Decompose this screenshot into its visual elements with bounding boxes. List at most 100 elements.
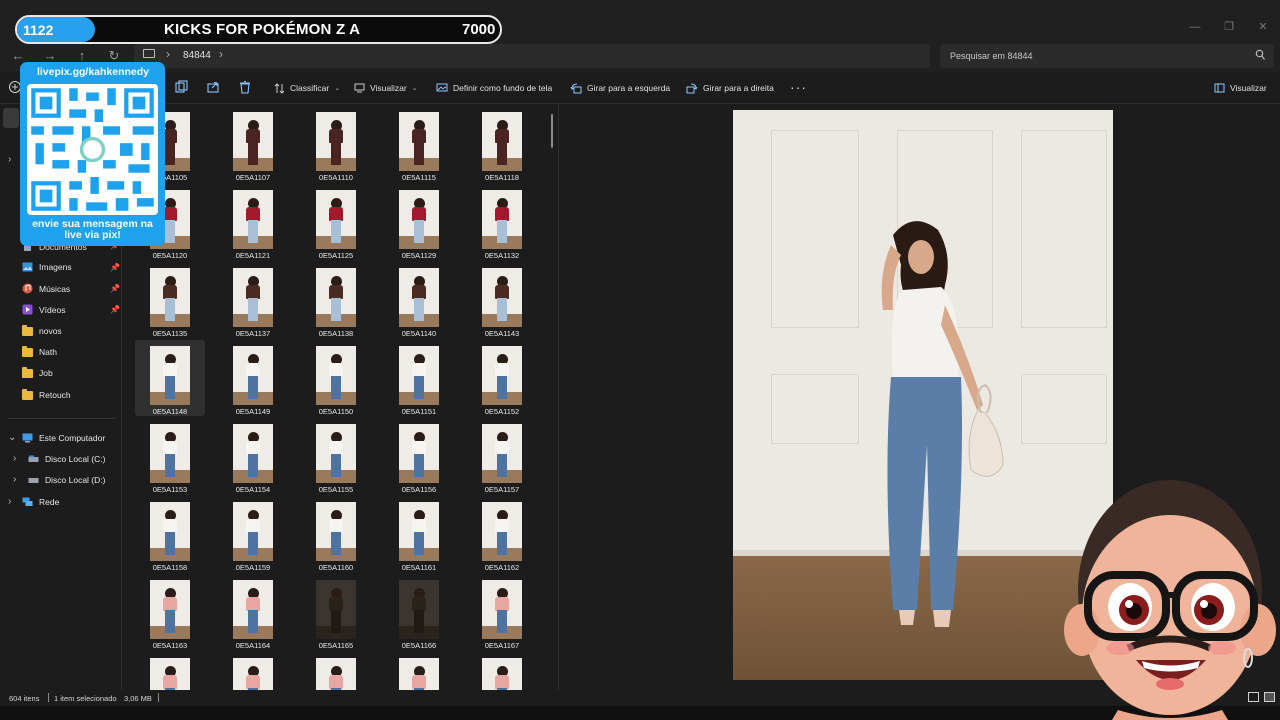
file-thumbnail [316,190,356,249]
sidebar-item-job[interactable]: Job [22,366,53,378]
sidebar-item-novos[interactable]: novos [22,324,62,336]
sidebar-item-pictures[interactable]: Imagens [22,262,72,272]
file-item[interactable]: 0E5A1155 [301,418,371,494]
more-options-icon[interactable]: ··· [790,79,807,95]
sidebar-divider [8,418,116,419]
share-icon[interactable] [206,80,220,94]
expand-arrow-icon[interactable]: › [8,154,11,165]
chevron-down-icon[interactable]: ⌄ [8,432,16,443]
sidebar-home-selected[interactable] [3,108,19,128]
sidebar-item-label: Nath [39,347,57,357]
sidebar-item-this-pc[interactable]: Este Computador [22,433,105,443]
file-item[interactable]: 0E5A1110 [301,106,371,182]
close-window-icon[interactable]: ✕ [1246,16,1280,38]
file-thumbnail [399,346,439,405]
computer-icon [22,433,33,443]
pin-icon[interactable]: 📌 [110,284,120,293]
file-name: 0E5A1166 [401,641,437,650]
copy-icon[interactable] [174,80,188,94]
file-item[interactable]: 0E5A1160 [301,496,371,572]
network-icon [22,497,33,506]
file-item[interactable]: 0E5A1132 [467,184,537,260]
minimize-icon[interactable]: — [1178,16,1212,38]
file-item[interactable]: 0E5A1156 [384,418,454,494]
file-item[interactable]: 0E5A1118 [467,106,537,182]
maximize-icon[interactable]: ❐ [1212,16,1246,38]
file-item[interactable]: 0E5A1125 [301,184,371,260]
file-grid: 0E5A1105 0E5A1107 0E5A1110 0E5A1115 0E5A1118… [123,104,557,690]
file-item[interactable]: 0E5A1167 [467,574,537,650]
file-thumbnail [482,658,522,690]
expand-arrow-icon[interactable]: › [13,453,16,464]
preview-pane-icon [1214,83,1225,93]
file-item[interactable]: 0E5A1164 [218,574,288,650]
file-item[interactable]: 0E5A1153 [135,418,205,494]
file-item[interactable] [467,652,537,690]
sidebar-item-network[interactable]: Rede [22,497,59,507]
file-item[interactable]: 0E5A1154 [218,418,288,494]
sort-button[interactable]: Classificar ⌄ [274,80,340,96]
file-item[interactable]: 0E5A1166 [384,574,454,650]
file-item[interactable]: 0E5A1148 [135,340,205,416]
delete-icon[interactable] [238,80,252,94]
sidebar-item-label: novos [39,326,62,336]
set-wallpaper-button[interactable]: Definir como fundo de tela [436,80,552,96]
file-item[interactable]: 0E5A1157 [467,418,537,494]
file-thumbnail [482,580,522,639]
file-name: 0E5A1164 [235,641,271,650]
sidebar-item-music[interactable]: Músicas [22,283,70,294]
file-name: 0E5A1161 [401,563,437,572]
view-label: Visualizar [370,83,407,93]
file-item[interactable]: 0E5A1158 [135,496,205,572]
file-item[interactable]: 0E5A1151 [384,340,454,416]
file-item[interactable] [135,652,205,690]
file-item[interactable]: 0E5A1107 [218,106,288,182]
breadcrumb-current-folder[interactable]: 84844 [183,50,211,61]
file-item[interactable]: 0E5A1135 [135,262,205,338]
search-icon[interactable] [1255,49,1265,61]
chevron-right-icon[interactable]: › [166,47,170,61]
file-thumbnail [233,190,273,249]
file-item[interactable] [218,652,288,690]
pin-icon[interactable]: 📌 [110,263,120,272]
file-item[interactable]: 0E5A1137 [218,262,288,338]
file-item[interactable]: 0E5A1162 [467,496,537,572]
file-item[interactable]: 0E5A1165 [301,574,371,650]
sidebar-item-retouch[interactable]: Retouch [22,388,71,400]
rotate-right-button[interactable]: Girar para a direita [686,80,774,96]
chevron-right-icon[interactable]: › [219,47,223,61]
rotate-left-button[interactable]: Girar para a esquerda [570,80,670,96]
file-item[interactable] [384,652,454,690]
sidebar-item-videos[interactable]: Vídeos [22,304,65,315]
chevron-down-icon: ⌄ [334,85,341,92]
file-item[interactable]: 0E5A1161 [384,496,454,572]
status-divider [48,693,49,702]
file-item[interactable]: 0E5A1149 [218,340,288,416]
file-thumbnail [150,424,190,483]
file-item[interactable]: 0E5A1159 [218,496,288,572]
file-item[interactable]: 0E5A1150 [301,340,371,416]
pin-icon[interactable]: 📌 [110,305,120,314]
preview-pane-button[interactable]: Visualizar [1214,80,1267,96]
file-item[interactable]: 0E5A1115 [384,106,454,182]
file-item[interactable]: 0E5A1129 [384,184,454,260]
file-item[interactable]: 0E5A1140 [384,262,454,338]
view-button[interactable]: Visualizar ⌄ [354,80,418,96]
scrollbar[interactable] [551,114,553,148]
file-name: 0E5A1159 [235,563,271,572]
selection-count: 1 item selecionado [54,694,117,703]
file-item[interactable]: 0E5A1143 [467,262,537,338]
sidebar-item-drive-d[interactable]: Disco Local (D:) [28,475,105,485]
file-item[interactable] [301,652,371,690]
file-item[interactable]: 0E5A1121 [218,184,288,260]
qr-code [27,84,158,215]
file-item[interactable]: 0E5A1138 [301,262,371,338]
expand-arrow-icon[interactable]: › [13,474,16,485]
address-bar[interactable] [134,44,930,68]
sidebar-item-drive-c[interactable]: Disco Local (C:) [28,454,105,464]
file-name: 0E5A1115 [402,173,436,182]
expand-arrow-icon[interactable]: › [8,496,11,507]
file-item[interactable]: 0E5A1152 [467,340,537,416]
file-item[interactable]: 0E5A1163 [135,574,205,650]
sidebar-item-nath[interactable]: Nath [22,345,57,357]
